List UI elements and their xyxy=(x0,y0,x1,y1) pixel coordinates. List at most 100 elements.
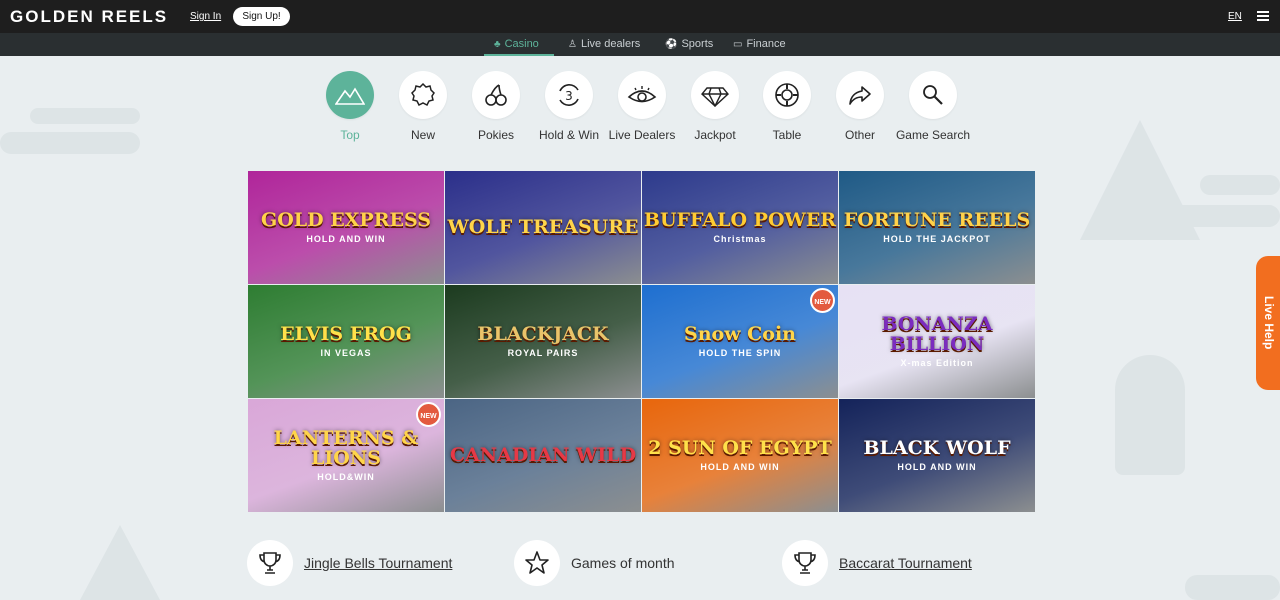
trophy-icon xyxy=(782,540,828,586)
tournament-link[interactable]: Jingle Bells Tournament xyxy=(304,555,452,571)
game-subtitle: X-mas Edition xyxy=(900,357,974,368)
category-other[interactable]: Other xyxy=(820,71,900,142)
game-title: BUFFALO POWER xyxy=(643,209,837,232)
tab-sports[interactable]: ⚽ Sports xyxy=(665,33,713,56)
tab-live-dealers[interactable]: ♙ Live dealers xyxy=(568,33,640,56)
game-tile[interactable]: GOLD EXPRESS HOLD AND WIN xyxy=(248,171,444,284)
tab-label: Sports xyxy=(681,38,714,50)
logo[interactable]: GOLDEN REELS xyxy=(10,7,168,27)
category-label: Table xyxy=(772,128,802,142)
game-title: BONANZA BILLION xyxy=(881,313,993,355)
bg-cloud xyxy=(1200,175,1280,195)
hamburger-icon[interactable] xyxy=(1257,11,1269,21)
category-game-search[interactable]: Game Search xyxy=(893,71,973,142)
game-title-block: BONANZA BILLION X-mas Edition xyxy=(839,313,1035,368)
top-bar: GOLDEN REELS Sign In Sign Up! EN xyxy=(0,0,1280,33)
game-title: CANADIAN WILD xyxy=(449,443,637,466)
category-label: Live Dealers xyxy=(608,128,676,142)
game-tile[interactable]: BONANZA BILLION X-mas Edition xyxy=(839,285,1035,398)
game-subtitle: Christmas xyxy=(713,233,767,244)
casino-icon: ♣ xyxy=(494,39,501,50)
game-tile[interactable]: BLACKJACK ROYAL PAIRS xyxy=(445,285,641,398)
search-icon xyxy=(909,71,957,119)
game-subtitle: HOLD AND WIN xyxy=(700,461,780,472)
game-subtitle: HOLD THE JACKPOT xyxy=(883,233,991,244)
game-grid: GOLD EXPRESS HOLD AND WIN WOLF TREASURE BUF… xyxy=(248,171,1036,513)
category-table[interactable]: Table xyxy=(747,71,827,142)
game-subtitle: HOLD&WIN xyxy=(317,471,375,482)
bg-cloud xyxy=(30,108,140,124)
tab-label: Live dealers xyxy=(580,38,641,50)
category-new[interactable]: New xyxy=(383,71,463,142)
category-label: Hold & Win xyxy=(538,128,600,142)
category-jackpot[interactable]: Jackpot xyxy=(675,71,755,142)
game-title-block: CANADIAN WILD xyxy=(449,443,637,466)
game-title: GOLD EXPRESS xyxy=(260,209,432,232)
sign-up-button[interactable]: Sign Up! xyxy=(233,7,290,26)
refresh-3-icon: 3 xyxy=(545,71,593,119)
game-title-block: BLACKJACK ROYAL PAIRS xyxy=(477,323,609,358)
tournament-link[interactable]: Baccarat Tournament xyxy=(839,555,972,571)
game-title-block: Snow Coin HOLD THE SPIN xyxy=(683,323,796,358)
game-title: BLACKJACK xyxy=(477,323,609,346)
tournament-jingle-bells[interactable]: Jingle Bells Tournament xyxy=(247,540,452,586)
tab-label: Finance xyxy=(746,38,786,50)
game-title: LANTERNS & LIONS xyxy=(273,427,419,469)
trophy-icon xyxy=(247,540,293,586)
tab-label: Casino xyxy=(504,38,539,50)
game-title: 2 SUN OF EGYPT xyxy=(648,437,832,460)
game-tile[interactable]: BLACK WOLF HOLD AND WIN xyxy=(839,399,1035,512)
ball-icon: ⚽ xyxy=(665,39,678,50)
game-tile[interactable]: FORTUNE REELS HOLD THE JACKPOT xyxy=(839,171,1035,284)
language-selector[interactable]: EN xyxy=(1228,11,1242,22)
game-subtitle: HOLD AND WIN xyxy=(897,461,977,472)
tab-casino[interactable]: ♣ Casino xyxy=(484,33,554,56)
game-tile[interactable]: BUFFALO POWER Christmas xyxy=(642,171,838,284)
game-title: Snow Coin xyxy=(683,323,796,346)
game-tile[interactable]: 2 SUN OF EGYPT HOLD AND WIN xyxy=(642,399,838,512)
live-help-label: Live Help xyxy=(1262,296,1276,350)
category-label: Pokies xyxy=(477,128,515,142)
games-of-month[interactable]: Games of month xyxy=(514,540,675,586)
category-label: Top xyxy=(340,128,360,142)
mountains-icon xyxy=(326,71,374,119)
category-hold-and-win[interactable]: 3 Hold & Win xyxy=(529,71,609,142)
game-title-block: WOLF TREASURE xyxy=(447,217,638,238)
game-title-block: 2 SUN OF EGYPT HOLD AND WIN xyxy=(648,437,832,472)
tournament-baccarat[interactable]: Baccarat Tournament xyxy=(782,540,972,586)
diamond-icon xyxy=(691,71,739,119)
game-title-block: BLACK WOLF HOLD AND WIN xyxy=(863,437,1011,472)
games-of-month-label[interactable]: Games of month xyxy=(571,555,675,571)
tab-finance[interactable]: ▭ Finance xyxy=(733,33,786,56)
game-tile[interactable]: ELVIS FROG IN VEGAS xyxy=(248,285,444,398)
sign-in-link[interactable]: Sign In xyxy=(190,11,221,22)
category-pokies[interactable]: Pokies xyxy=(456,71,536,142)
game-title-block: LANTERNS & LIONS HOLD&WIN xyxy=(248,427,444,482)
game-subtitle: HOLD AND WIN xyxy=(306,233,386,244)
game-tile[interactable]: Snow Coin HOLD THE SPIN NEW xyxy=(642,285,838,398)
category-label: Jackpot xyxy=(694,128,736,142)
person-icon: ♙ xyxy=(568,39,577,50)
game-title: FORTUNE REELS xyxy=(843,209,1031,232)
game-title: ELVIS FROG xyxy=(280,323,412,346)
game-title: BLACK WOLF xyxy=(863,437,1011,460)
game-title-block: ELVIS FROG IN VEGAS xyxy=(280,323,412,358)
eye-icon xyxy=(618,71,666,119)
category-top[interactable]: Top xyxy=(310,71,390,142)
badge-icon xyxy=(399,71,447,119)
cherries-icon xyxy=(472,71,520,119)
game-tile[interactable]: LANTERNS & LIONS HOLD&WIN NEW xyxy=(248,399,444,512)
svg-text:3: 3 xyxy=(565,89,573,103)
chip-icon xyxy=(763,71,811,119)
game-tile[interactable]: CANADIAN WILD xyxy=(445,399,641,512)
live-help-button[interactable]: Live Help xyxy=(1256,256,1280,390)
card-icon: ▭ xyxy=(733,39,743,50)
game-title-block: BUFFALO POWER Christmas xyxy=(643,209,837,244)
star-icon xyxy=(514,540,560,586)
category-live-dealers[interactable]: Live Dealers xyxy=(602,71,682,142)
category-label: Other xyxy=(844,128,875,142)
section-nav: ♣ Casino ♙ Live dealers ⚽ Sports ▭ Finance xyxy=(0,33,1280,56)
game-subtitle: IN VEGAS xyxy=(320,347,372,358)
game-title-block: FORTUNE REELS HOLD THE JACKPOT xyxy=(843,209,1031,244)
game-tile[interactable]: WOLF TREASURE xyxy=(445,171,641,284)
